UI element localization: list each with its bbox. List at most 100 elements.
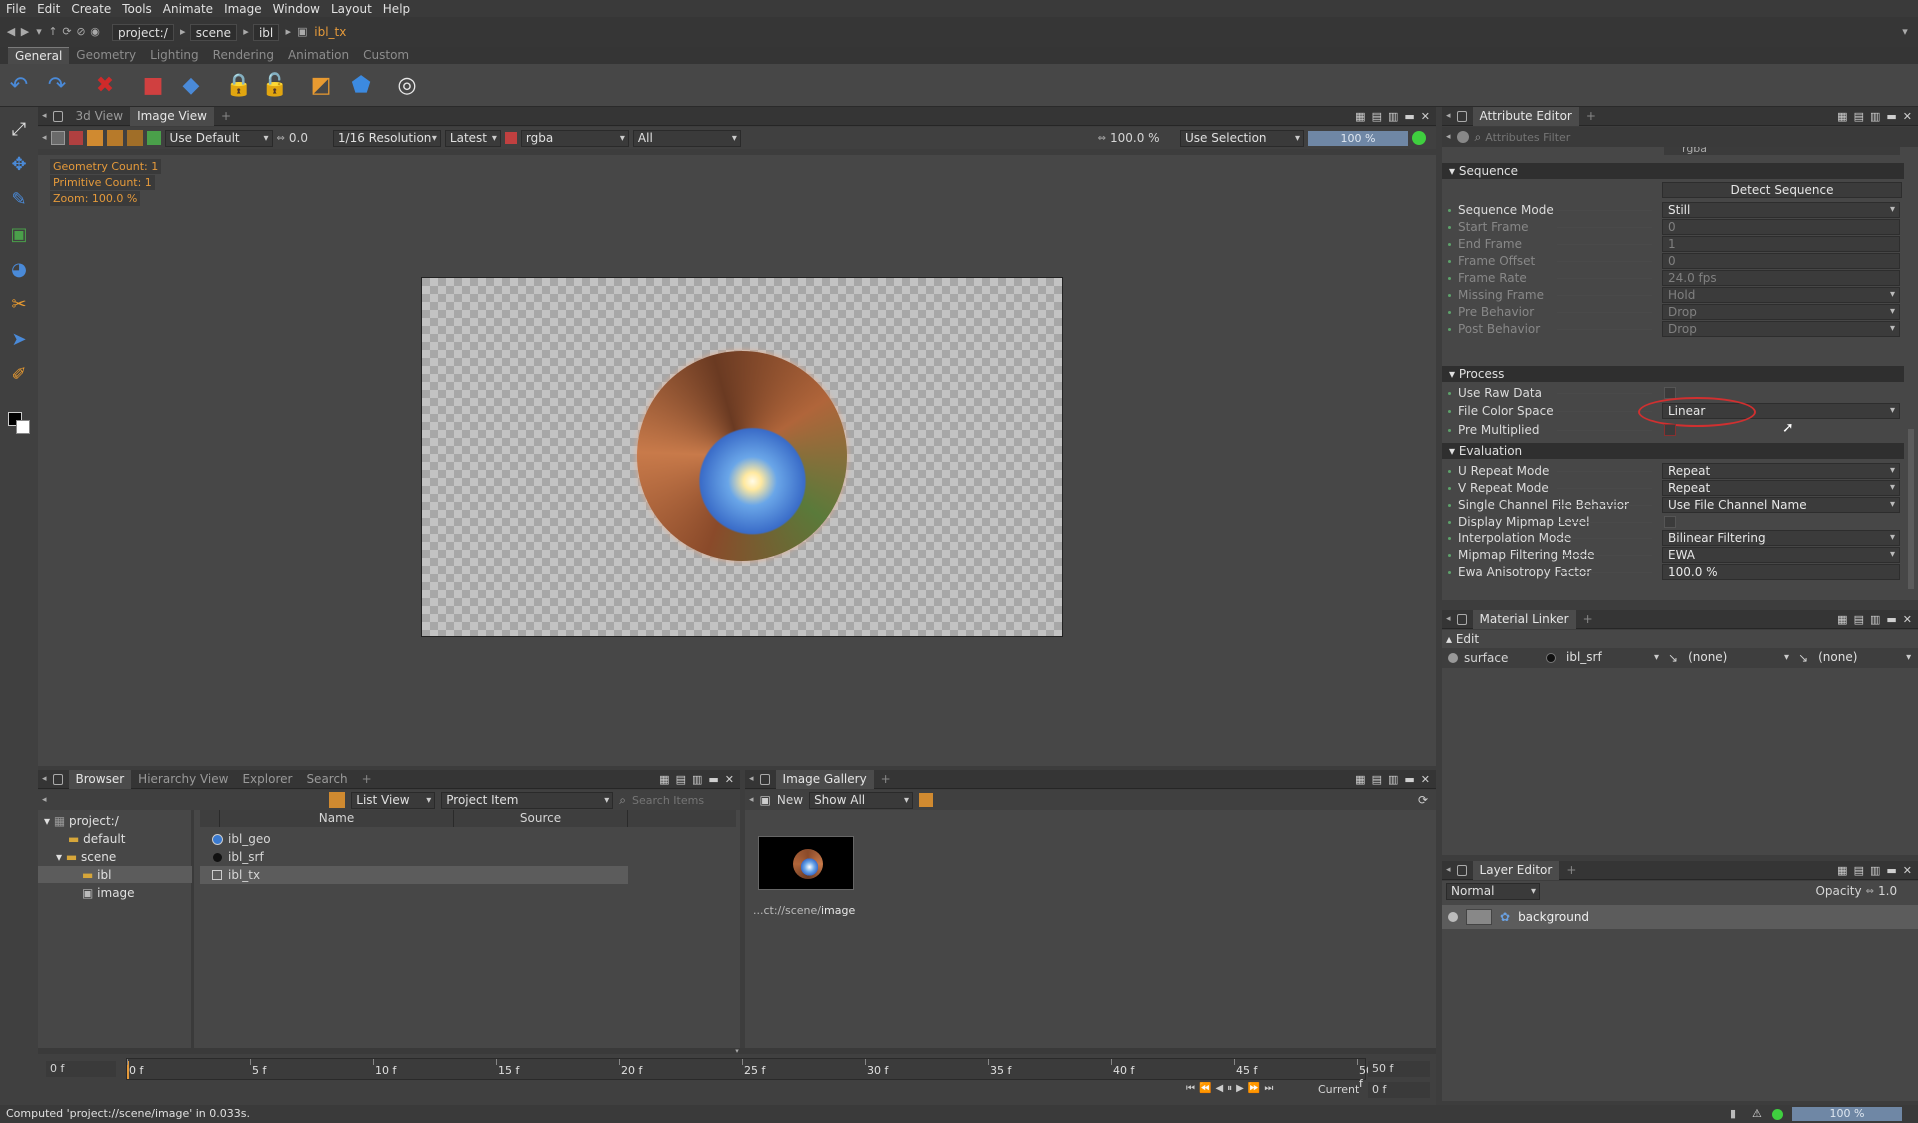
menu-image[interactable]: Image [224,2,262,16]
link-arrow-icon[interactable]: ↘ [1668,651,1678,665]
section-process[interactable]: ▾ Process [1442,366,1904,382]
attribute-value[interactable]: Use File Channel Name [1662,497,1900,513]
link-arrow-icon[interactable]: ↘ [1798,651,1808,665]
toolbar-collapse-icon[interactable]: ◂ [42,795,47,805]
start-frame-field[interactable]: 0 f [46,1061,116,1077]
tree-item-image[interactable]: ▣ image [82,886,135,900]
layout-horizontal-icon[interactable]: ▤ [1372,773,1382,786]
attribute-value[interactable]: Repeat [1662,463,1900,479]
menu-edit[interactable]: Edit [37,2,60,16]
redo-icon[interactable]: ↷ [42,70,72,100]
attribute-value[interactable]: 0 [1662,219,1900,235]
grid-bg-icon[interactable] [106,130,123,146]
go-to-start-icon[interactable]: ⏮ [1186,1083,1195,1094]
maximize-icon[interactable]: ▬ [1886,613,1896,626]
panel-collapse-icon[interactable]: ◂ [1446,111,1451,121]
project-item-select[interactable]: Project Item [441,791,614,809]
new-image-icon[interactable]: ▣ [760,793,771,807]
add-tab-icon[interactable]: + [1576,610,1600,629]
layout-horizontal-icon[interactable]: ▤ [1854,864,1864,877]
attribute-value[interactable]: 100.0 % [1662,564,1900,580]
attribute-value[interactable]: Drop [1662,304,1900,320]
tree-item-default[interactable]: ▬ default [68,832,125,846]
panel-lock-icon[interactable] [1456,613,1467,625]
shelf-tab-animation[interactable]: Animation [281,47,356,64]
delete-icon[interactable]: ✖ [90,70,120,100]
shelf-tab-general[interactable]: General [8,47,70,64]
camera-icon[interactable]: ◎ [392,70,422,100]
close-icon[interactable]: ✕ [1421,110,1430,123]
shelf-tab-rendering[interactable]: Rendering [206,47,281,64]
attributes-filter-input[interactable] [1485,129,1896,145]
gallery-options-icon[interactable] [919,793,934,807]
tab-3d-view[interactable]: 3d View [69,107,131,126]
select-icon[interactable]: ➤ [6,327,32,353]
filter-collapse-icon[interactable]: ◂ [1446,132,1451,142]
sphere-icon[interactable]: ◕ [6,257,32,283]
eye-icon[interactable] [1448,912,1458,922]
attribute-value[interactable]: 0 [1662,253,1900,269]
exposure-field[interactable]: 0.0 [289,130,329,147]
eye-icon[interactable] [1456,131,1469,143]
image-icon[interactable]: ▣ [6,222,32,248]
zoom-field[interactable]: 100.0 % [1110,131,1176,145]
pin-icon[interactable]: ◉ [88,25,102,39]
maximize-icon[interactable]: ▬ [1404,773,1414,786]
layout-vertical-icon[interactable]: ▥ [1388,773,1398,786]
brush-icon[interactable]: ✎ [6,187,32,213]
attribute-value[interactable]: Repeat [1662,480,1900,496]
breadcrumb-project[interactable]: project:/ [112,23,174,41]
layer-select[interactable]: All [632,129,741,147]
shelf-tab-lighting[interactable]: Lighting [143,47,206,64]
image-viewport[interactable]: Geometry Count: 1 Primitive Count: 1 Zoo… [38,155,1436,766]
layout-horizontal-icon[interactable]: ▤ [1854,110,1864,123]
attribute-checkbox[interactable] [1664,516,1676,528]
menu-window[interactable]: Window [273,2,320,16]
shelf-tab-custom[interactable]: Custom [356,47,416,64]
toolbar-collapse-icon[interactable]: ◂ [749,795,754,805]
breadcrumb-ibl-tx[interactable]: ibl_tx [309,24,351,41]
add-tab-icon[interactable]: + [214,107,238,126]
stop-icon[interactable]: ⊘ [74,25,88,39]
panel-lock-icon[interactable] [52,773,63,785]
resolution-select[interactable]: 1/16 Resolution [332,129,441,147]
view-mode-select[interactable]: List View [351,791,436,809]
tree-item-scene[interactable]: ▾ ▬ scene [56,850,116,864]
layout-horizontal-icon[interactable]: ▤ [1854,613,1864,626]
panel-collapse-icon[interactable]: ◂ [1446,614,1451,624]
tab-search[interactable]: Search [299,770,354,789]
close-icon[interactable]: ✕ [1903,613,1912,626]
go-to-end-icon[interactable]: ⏭ [1264,1083,1273,1094]
channel-field-partial[interactable]: rgba [1664,147,1900,155]
tree-item-ibl[interactable]: ▬ ibl [82,868,111,882]
panel-collapse-icon[interactable]: ◂ [42,111,47,121]
view-options-icon[interactable] [329,792,346,808]
warning-icon[interactable]: ⚠ [1752,1105,1762,1123]
new-image-icon[interactable] [50,131,65,145]
display-transform-select[interactable]: Use Default [164,129,273,147]
pre-multiplied-checkbox[interactable] [1664,424,1676,436]
new-button[interactable]: New [777,793,803,807]
list-item-ibl-tx[interactable]: ibl_tx [200,866,628,884]
panel-lock-icon[interactable] [1456,864,1467,876]
attribute-value[interactable]: EWA [1662,547,1900,563]
layout-split-icon[interactable]: ▦ [1837,110,1847,123]
maximize-icon[interactable]: ▬ [1886,864,1896,877]
layout-split-icon[interactable]: ▦ [1837,613,1847,626]
render-box-icon[interactable]: ◩ [306,70,336,100]
paint-icon[interactable]: ✐ [6,362,32,388]
tools-icon[interactable]: ✂ [6,292,32,318]
shield-icon[interactable]: ⬟ [346,70,376,100]
opacity-field[interactable]: 1.0 [1878,884,1918,898]
layer-name[interactable]: background [1518,910,1589,924]
group-icon[interactable]: ■ [138,70,168,100]
panel-lock-icon[interactable] [759,773,770,785]
lock-icon[interactable]: 🔒 [224,70,254,100]
panel-collapse-icon[interactable]: ◂ [42,774,47,784]
panel-lock-icon[interactable] [1456,110,1467,122]
pause-icon[interactable]: ⏸ [1227,1083,1232,1094]
shelf-tab-geometry[interactable]: Geometry [69,47,143,64]
section-evaluation[interactable]: ▾ Evaluation [1442,443,1904,459]
close-icon[interactable]: ✕ [725,773,734,786]
layout-split-icon[interactable]: ▦ [1355,110,1365,123]
